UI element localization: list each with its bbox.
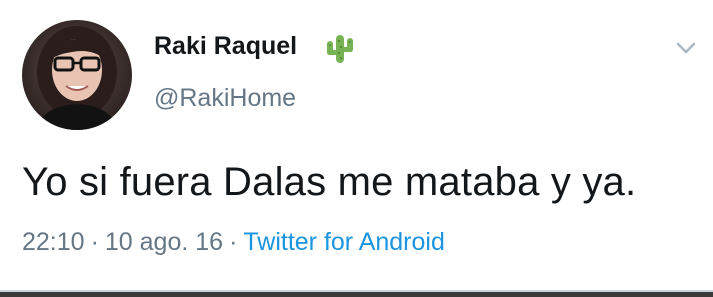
username-handle[interactable]: @RakiHome	[154, 84, 296, 113]
tweet-source-link[interactable]: Twitter for Android	[243, 228, 444, 256]
tweet-text: Yo si fuera Dalas me mataba y ya.	[22, 160, 637, 204]
meta-separator: ·	[90, 228, 99, 256]
display-name[interactable]: Raki Raquel	[154, 32, 297, 61]
divider-highlight	[0, 290, 713, 292]
bottom-divider	[0, 290, 713, 297]
tweet-time: 22:10	[22, 228, 85, 256]
tweet-meta: 22:10 · 10 ago. 16 · Twitter for Android	[22, 228, 445, 257]
tweet-date: 10 ago. 16	[104, 228, 224, 256]
avatar[interactable]	[22, 20, 132, 130]
chevron-down-icon[interactable]	[674, 38, 698, 58]
meta-separator: ·	[229, 228, 238, 256]
tweet-card: Raki Raquel @RakiHome Yo si fuera Dalas …	[0, 0, 713, 297]
avatar-image	[36, 26, 118, 130]
cactus-icon	[323, 32, 357, 66]
